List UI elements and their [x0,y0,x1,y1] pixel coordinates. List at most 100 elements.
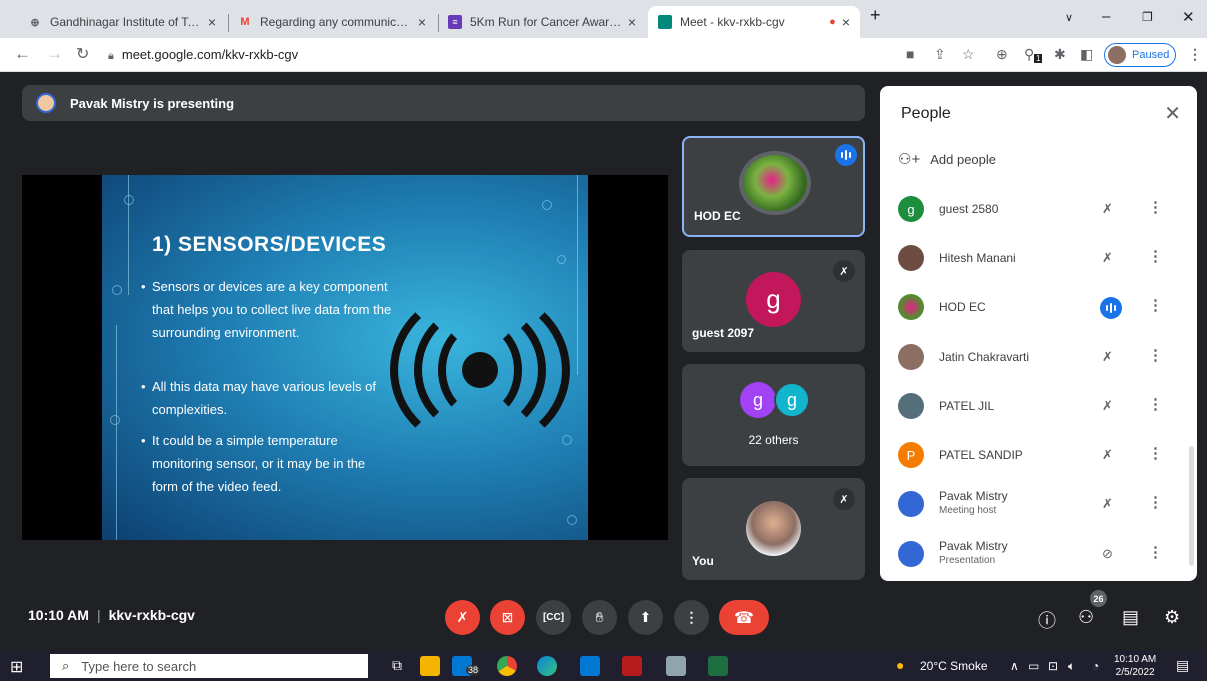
bookmark-star-icon[interactable]: ☆ [962,46,975,63]
tab-search-icon[interactable]: ∨ [1065,11,1073,24]
file-explorer-icon[interactable] [420,656,440,676]
more-vert-icon[interactable]: ⋮ [1148,198,1163,216]
chrome-icon[interactable] [497,656,517,676]
address-bar[interactable]: 🔒︎ meet.google.com/kkv-rxkb-cgv [108,47,298,63]
participant-tile-hod-ec[interactable]: HOD EC [682,136,865,237]
more-vert-icon[interactable]: ⋮ [1188,46,1202,63]
more-vert-icon[interactable]: ⋮ [1148,247,1163,265]
end-call-button[interactable]: ☎ [719,600,769,635]
camera-icon[interactable]: ■ [906,46,914,62]
browser-tab-meet[interactable]: Meet - kkv-rxkb-cgv ● × [648,6,860,38]
task-view-icon[interactable]: ⧉ [392,657,402,674]
close-icon[interactable]: × [418,14,426,30]
captions-button[interactable]: [CC] [536,600,571,635]
participant-name: HOD EC [939,300,986,314]
browser-toolbar: ← → ↻ 🔒︎ meet.google.com/kkv-rxkb-cgv ■ ⇪… [0,38,1207,72]
excel-icon[interactable] [708,656,728,676]
tray-chevron-icon[interactable]: ∧ [1010,659,1019,673]
more-vert-icon[interactable]: ⋮ [1148,493,1163,511]
add-people-button[interactable]: ⚇+ Add people [898,150,996,168]
close-icon[interactable]: × [842,14,850,30]
participant-name: guest 2580 [939,202,999,216]
participant-row[interactable]: PATEL JIL ✗ ⋮ [880,387,1197,427]
avatar [898,541,924,567]
browser-tab-forms[interactable]: ≡ 5Km Run for Cancer Awareness ( × [438,6,646,38]
taskbar-search[interactable]: ⌕ Type here to search [50,654,368,678]
more-vert-icon[interactable]: ⋮ [1148,543,1163,561]
more-vert-icon[interactable]: ⋮ [1148,346,1163,364]
participant-row[interactable]: P PATEL SANDIP ✗ ⋮ [880,436,1197,476]
slide-bullet: • Sensors or devices are a key component … [141,279,392,340]
participant-tile-self[interactable]: ✗ You [682,478,865,580]
participant-row[interactable]: g guest 2580 ✗ ⋮ [880,190,1197,230]
participant-tile-others[interactable]: g g 22 others [682,364,865,466]
tab-title: Gandhinagar Institute of Technol [50,15,202,29]
clock-date: 2/5/2022 [1115,667,1155,678]
app-icon[interactable] [622,656,642,676]
more-options-button[interactable]: ⋮ [674,600,709,635]
more-vert-icon[interactable]: ⋮ [1148,296,1163,314]
participant-row[interactable]: Hitesh Manani ✗ ⋮ [880,239,1197,279]
avatar [898,491,924,517]
mic-off-icon: ✗ [1102,496,1113,511]
windows-start-icon[interactable]: ⊞ [10,657,23,677]
network-icon[interactable]: ⊡ [1048,659,1058,673]
shared-screen: 1) SENSORS/DEVICES • Sensors or devices a… [22,175,668,540]
app-icon[interactable] [666,656,686,676]
notification-icon[interactable]: ▤ [1176,657,1189,674]
participant-row[interactable]: Pavak Mistry Meeting host ✗ ⋮ [880,485,1197,525]
circuit-decoration [567,515,577,525]
browser-tab-gandhinagar[interactable]: ⊕ Gandhinagar Institute of Technol × [18,6,226,38]
restore-button[interactable]: ❐ [1142,10,1153,24]
chat-icon[interactable]: ▤ [1122,607,1139,628]
participant-row[interactable]: Jatin Chakravarti ✗ ⋮ [880,338,1197,378]
volume-icon[interactable]: 🔈︎ [1068,659,1075,674]
circuit-decoration [112,285,122,295]
participant-row[interactable]: Pavak Mistry Presentation ⊘ ⋮ [880,535,1197,575]
hand-icon: ✋︎ [595,609,604,625]
participant-tile-guest-2097[interactable]: g ✗ guest 2097 [682,250,865,352]
participant-row[interactable]: HOD EC ⋮ [880,288,1197,328]
reload-icon[interactable]: ↻ [76,44,89,64]
tab-title: 5Km Run for Cancer Awareness ( [470,15,622,29]
recording-icon: ● [829,16,836,28]
signal-core [462,352,498,388]
avatar [739,151,811,215]
forward-arrow-icon[interactable]: → [46,44,63,64]
weather-text[interactable]: 20°C Smoke [920,659,988,673]
edge-icon[interactable] [537,656,557,676]
mic-toggle-button[interactable]: ✗ [445,600,480,635]
browser-tab-gmail[interactable]: M Regarding any communication w × [228,6,436,38]
taskbar-clock[interactable]: 10:10 AM 2/5/2022 [1114,653,1156,679]
more-vert-icon[interactable]: ⋮ [1148,444,1163,462]
back-arrow-icon[interactable]: ← [14,44,31,64]
more-vert-icon[interactable]: ⋮ [1148,395,1163,413]
info-icon[interactable]: ⓘ [1038,607,1056,633]
more-vert-icon: ⋮ [684,609,699,625]
close-icon[interactable]: × [208,14,216,30]
window-close-button[interactable]: ✕ [1182,8,1195,26]
puzzle-icon[interactable]: ✱ [1054,46,1066,63]
wifi-icon[interactable]: ◔ [1092,659,1099,673]
store-icon[interactable] [580,656,600,676]
profile-paused-button[interactable]: Paused [1104,43,1176,67]
side-panel-icon[interactable]: ◧ [1080,46,1093,63]
search-placeholder: Type here to search [81,658,197,674]
extension-icon[interactable]: ⚲ [1024,46,1034,63]
forms-icon: ≡ [448,15,462,29]
new-tab-button[interactable]: + [870,5,881,26]
camera-toggle-button[interactable]: ⊠ [490,600,525,635]
present-button[interactable]: ⬆ [628,600,663,635]
mic-off-icon: ✗ [833,488,855,510]
minimize-button[interactable]: – [1102,8,1110,25]
people-icon[interactable]: ⚇ [1078,607,1094,628]
share-icon[interactable]: ⇪ [934,46,946,63]
avatar: g [746,272,801,327]
extension-globe-icon[interactable]: ⊕ [996,46,1008,63]
panel-scrollbar[interactable] [1189,446,1194,566]
raise-hand-button[interactable]: ✋︎ [582,600,617,635]
battery-icon[interactable]: ▭ [1028,659,1039,673]
close-icon[interactable]: × [628,14,636,30]
activities-icon[interactable]: ⚙ [1164,607,1180,628]
close-icon[interactable]: ✕ [1164,101,1181,126]
